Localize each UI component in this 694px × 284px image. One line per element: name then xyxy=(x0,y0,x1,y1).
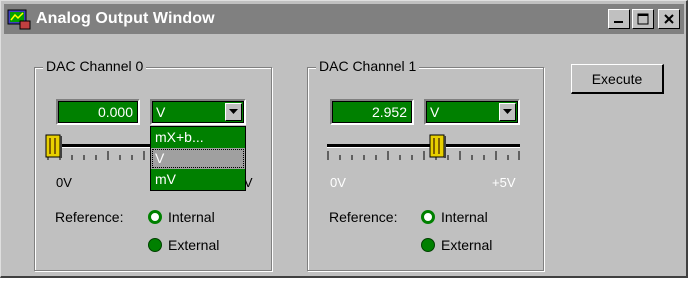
dac0-slider-thumb[interactable] xyxy=(45,134,63,160)
dac1-external-radio[interactable]: External xyxy=(421,237,492,253)
maximize-button[interactable] xyxy=(632,9,654,29)
execute-button[interactable]: Execute xyxy=(571,64,664,94)
dac0-internal-radio[interactable]: Internal xyxy=(148,209,215,225)
window-title: Analog Output Window xyxy=(36,10,215,27)
dac1-internal-radio[interactable]: Internal xyxy=(421,209,488,225)
app-icon xyxy=(7,9,31,30)
dac0-unit-select[interactable]: V xyxy=(150,99,246,125)
dropdown-item-mv[interactable]: mV xyxy=(151,169,245,190)
chevron-down-icon xyxy=(229,109,238,114)
radio-unselected-icon xyxy=(421,210,435,224)
dac1-internal-label: Internal xyxy=(441,209,488,225)
dac1-unit-select[interactable]: V xyxy=(424,99,520,125)
dac1-unit-value: V xyxy=(430,104,440,120)
dac0-reference-label: Reference: xyxy=(55,209,124,225)
dac0-dropdown-button[interactable] xyxy=(225,103,242,121)
dropdown-item-v[interactable]: V xyxy=(151,148,245,169)
dropdown-item-mxb[interactable]: mX+b... xyxy=(151,127,245,148)
dac1-dropdown-button[interactable] xyxy=(499,103,516,121)
dac1-value-field[interactable]: 2.952 xyxy=(330,99,414,125)
dac1-reference-label: Reference: xyxy=(329,209,398,225)
dac0-unit-dropdown-list: mX+b... V mV xyxy=(150,126,246,191)
dac-channel-0-label: DAC Channel 0 xyxy=(43,58,147,74)
dac0-external-radio[interactable]: External xyxy=(148,237,219,253)
dac0-internal-label: Internal xyxy=(168,209,215,225)
dac0-value-field[interactable]: 0.000 xyxy=(56,99,140,125)
close-button[interactable] xyxy=(658,9,680,29)
chevron-down-icon xyxy=(503,109,512,114)
close-icon xyxy=(664,14,674,24)
dac1-slider-track[interactable] xyxy=(327,144,520,148)
dac1-external-label: External xyxy=(441,237,493,253)
title-bar[interactable]: Analog Output Window xyxy=(4,4,684,34)
dac0-min-label: 0V xyxy=(56,175,72,190)
minimize-button[interactable] xyxy=(608,9,630,29)
dac0-external-label: External xyxy=(168,237,220,253)
dac0-unit-value: V xyxy=(156,104,166,120)
radio-selected-icon xyxy=(148,238,162,252)
dac1-slider-thumb[interactable] xyxy=(429,134,447,160)
minimize-icon xyxy=(614,21,623,23)
dac1-slider-ticks xyxy=(327,151,520,160)
radio-selected-icon xyxy=(421,238,435,252)
analog-output-window: Analog Output Window DAC Channel 0 0.000… xyxy=(0,0,688,278)
radio-unselected-icon xyxy=(148,210,162,224)
dac-channel-1-label: DAC Channel 1 xyxy=(316,58,420,74)
maximize-icon xyxy=(637,13,649,25)
dac1-min-label: 0V xyxy=(330,175,346,190)
dac1-max-label: +5V xyxy=(492,175,516,190)
